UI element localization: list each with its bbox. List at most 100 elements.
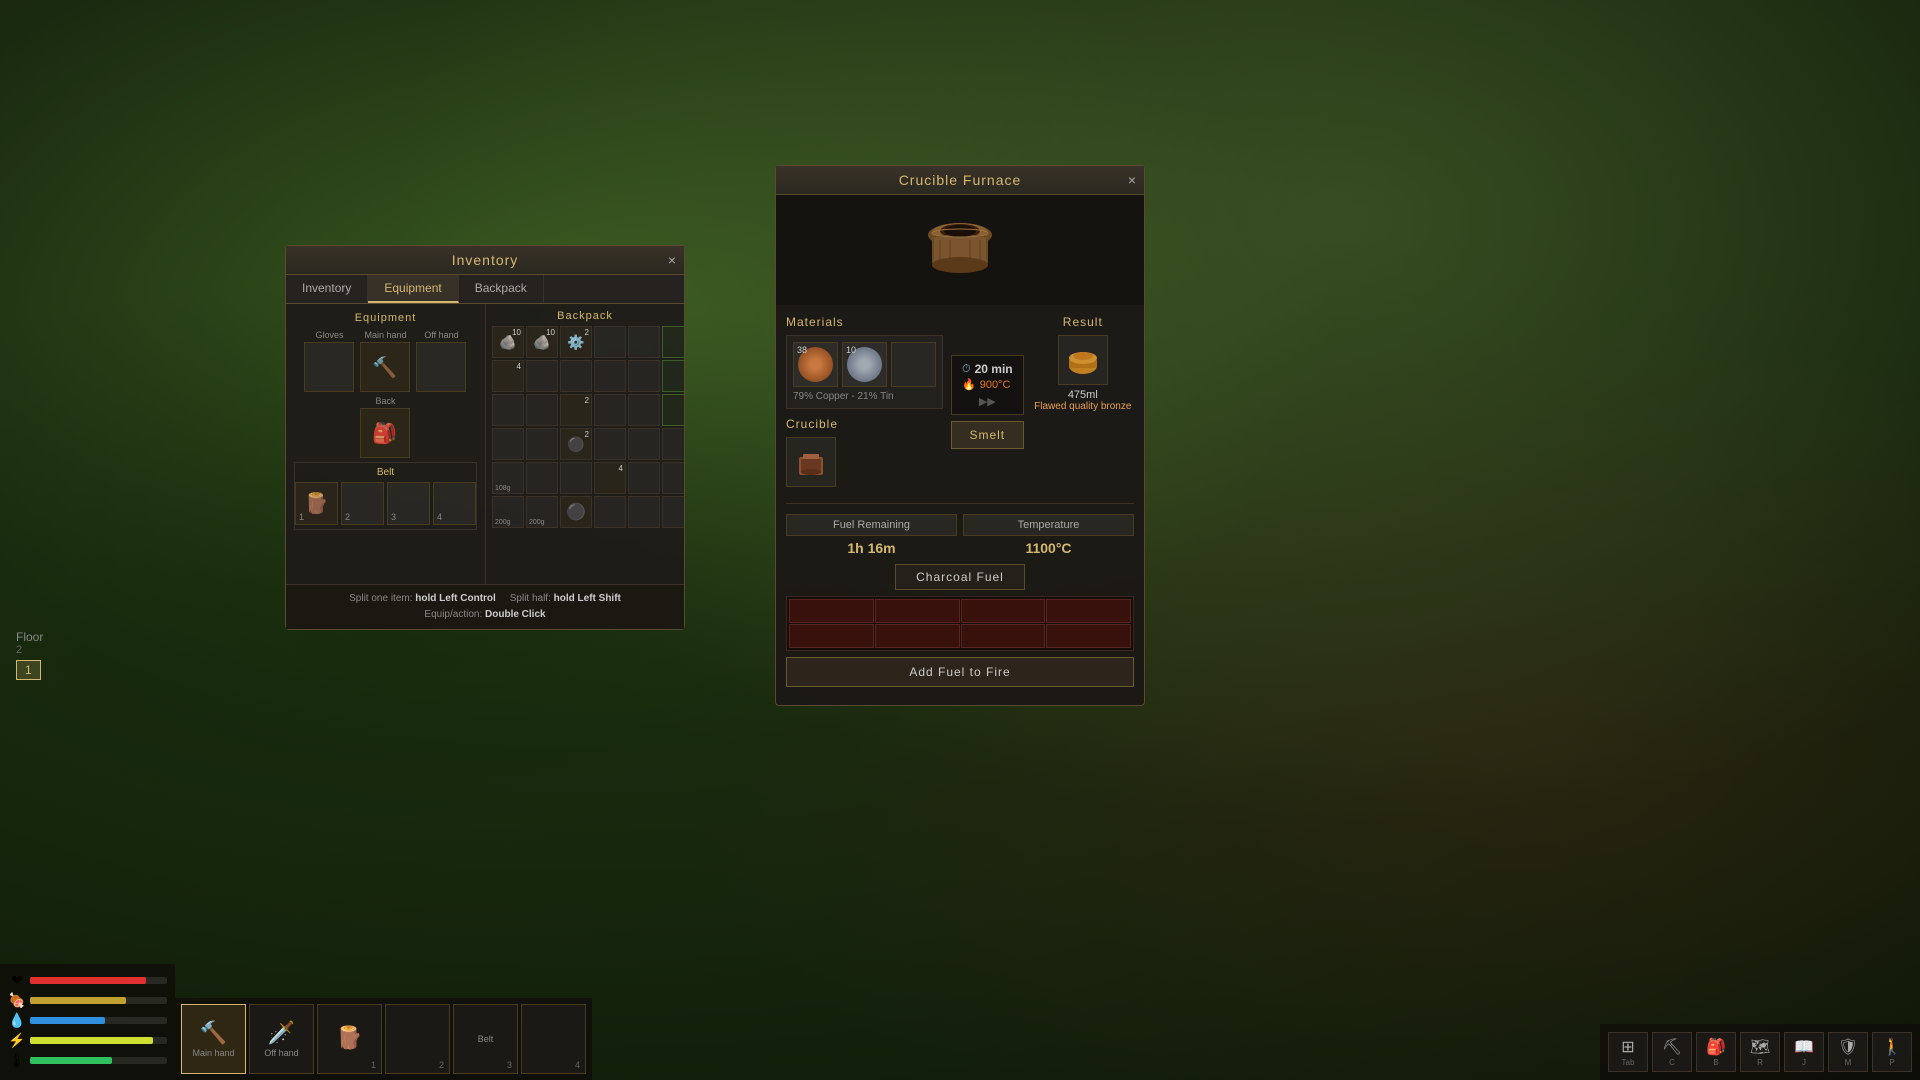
backpack-cell-14[interactable] — [526, 394, 558, 426]
charcoal-cell-3[interactable] — [961, 599, 1046, 623]
backpack-cell-19[interactable] — [492, 428, 524, 460]
backpack-cell-2[interactable]: 🪨 10 — [526, 326, 558, 358]
main-hand-item-icon: 🔨 — [372, 355, 397, 380]
backpack-cell-6[interactable] — [662, 326, 684, 358]
floor-indicator: Floor 2 1 — [16, 630, 43, 680]
hotbar-slot-4[interactable]: 4 — [521, 1004, 586, 1074]
backpack-cell-28[interactable]: 4 — [594, 462, 626, 494]
inventory-close-button[interactable]: × — [668, 253, 676, 267]
backpack-cell-23[interactable] — [628, 428, 660, 460]
main-hand-slot-box[interactable]: 🔨 — [360, 342, 410, 392]
backpack-cell-33[interactable]: ⚫ — [560, 496, 592, 528]
belt-slot-box-1[interactable]: 🪵 1 — [295, 482, 338, 525]
backpack-cell-13[interactable] — [492, 394, 524, 426]
smelt-button[interactable]: Smelt — [951, 421, 1024, 449]
inventory-titlebar: Inventory × — [286, 246, 684, 275]
backpack-cell-18[interactable] — [662, 394, 684, 426]
backpack-cell-24[interactable] — [662, 428, 684, 460]
furnace-icon-area — [776, 195, 1144, 305]
backpack-cell-32[interactable]: 200g — [526, 496, 558, 528]
hotbar-slot-2[interactable]: 2 — [385, 1004, 450, 1074]
tab-backpack[interactable]: Backpack — [459, 275, 544, 303]
floor-1-button[interactable]: 1 — [16, 660, 41, 680]
backpack-cell-5[interactable] — [628, 326, 660, 358]
health-icon: ❤ — [8, 972, 26, 989]
backpack-cell-8[interactable] — [526, 360, 558, 392]
backpack-cell-10[interactable] — [594, 360, 626, 392]
hud-icon-m[interactable]: 🛡 M — [1828, 1032, 1868, 1072]
hotbar-slot-1[interactable]: 🪵 1 — [317, 1004, 382, 1074]
hotbar-slot-2-num: 2 — [439, 1060, 444, 1070]
charcoal-section: Charcoal Fuel Add Fuel to Fire — [786, 564, 1134, 687]
add-fuel-button[interactable]: Add Fuel to Fire — [786, 657, 1134, 687]
backpack-cell-4[interactable] — [594, 326, 626, 358]
backpack-cell-27[interactable] — [560, 462, 592, 494]
charcoal-cell-6[interactable] — [875, 624, 960, 648]
off-hand-hotbar-icon: 🗡️ — [268, 1020, 295, 1046]
charcoal-cell-8[interactable] — [1046, 624, 1131, 648]
food-bar-bg — [30, 997, 167, 1004]
backpack-cell-7[interactable]: 4 — [492, 360, 524, 392]
hud-icon-r[interactable]: 🗺 R — [1740, 1032, 1780, 1072]
backpack-cell-3[interactable]: ⚙️ 2 — [560, 326, 592, 358]
hud-icon-j[interactable]: 📖 J — [1784, 1032, 1824, 1072]
floor-level-2: 2 — [16, 644, 43, 656]
belt-section: Belt 🪵 1 2 3 — [294, 462, 477, 530]
backpack-cell-34[interactable] — [594, 496, 626, 528]
backpack-cell-36[interactable] — [662, 496, 684, 528]
backpack-cell-21[interactable]: ⚫ 2 — [560, 428, 592, 460]
backpack-cell-25[interactable]: 108g — [492, 462, 524, 494]
charcoal-cell-7[interactable] — [961, 624, 1046, 648]
hud-icon-c[interactable]: ⛏ C — [1652, 1032, 1692, 1072]
backpack-cell-31[interactable]: 200g — [492, 496, 524, 528]
m-icon-key: M — [1845, 1058, 1852, 1067]
backpack-cell-20[interactable] — [526, 428, 558, 460]
backpack-cell-12[interactable] — [662, 360, 684, 392]
belt-slot-1: 🪵 1 — [295, 482, 338, 525]
backpack-cell-35[interactable] — [628, 496, 660, 528]
belt-slot-num-1: 1 — [299, 512, 304, 522]
back-slot-box[interactable]: 🎒 — [360, 408, 410, 458]
cell-7-count: 4 — [517, 362, 521, 371]
material-1-count: 38 — [797, 345, 807, 355]
belt-slot-box-2[interactable]: 2 — [341, 482, 384, 525]
charcoal-cell-2[interactable] — [875, 599, 960, 623]
backpack-cell-17[interactable] — [628, 394, 660, 426]
belt-slot-box-4[interactable]: 4 — [433, 482, 476, 525]
belt-slot-box-3[interactable]: 3 — [387, 482, 430, 525]
equipment-top-row: Gloves Main hand 🔨 Off hand — [294, 330, 477, 392]
backpack-cell-22[interactable] — [594, 428, 626, 460]
hud-icon-tab[interactable]: ⊞ Tab — [1608, 1032, 1648, 1072]
hotbar-slot-off-hand[interactable]: 🗡️ Off hand — [249, 1004, 314, 1074]
backpack-cell-9[interactable] — [560, 360, 592, 392]
material-slot-2[interactable]: 10 — [842, 342, 887, 387]
material-slot-1[interactable]: 38 — [793, 342, 838, 387]
tab-equipment[interactable]: Equipment — [368, 275, 458, 303]
charcoal-cell-5[interactable] — [789, 624, 874, 648]
hud-icon-p[interactable]: 🚶 P — [1872, 1032, 1912, 1072]
water-bar — [30, 1017, 105, 1024]
backpack-cell-26[interactable] — [526, 462, 558, 494]
backpack-cell-16[interactable] — [594, 394, 626, 426]
charcoal-cell-1[interactable] — [789, 599, 874, 623]
hotbar-slot-main-hand[interactable]: 🔨 Main hand — [181, 1004, 246, 1074]
furnace-close-button[interactable]: × — [1128, 173, 1136, 187]
material-2-count: 10 — [846, 345, 856, 355]
backpack-cell-1[interactable]: 🪨 10 — [492, 326, 524, 358]
belt-section-title: Belt — [299, 467, 472, 478]
backpack-cell-29[interactable] — [628, 462, 660, 494]
material-slot-3[interactable] — [891, 342, 936, 387]
backpack-cell-11[interactable] — [628, 360, 660, 392]
back-item-icon: 🎒 — [372, 421, 397, 446]
off-hand-slot-box[interactable] — [416, 342, 466, 392]
gloves-slot-box[interactable] — [304, 342, 354, 392]
crucible-slot[interactable] — [786, 437, 836, 487]
r-icon-key: R — [1757, 1058, 1763, 1067]
hud-icon-b[interactable]: 🎒 B — [1696, 1032, 1736, 1072]
charcoal-cell-4[interactable] — [1046, 599, 1131, 623]
hotbar-slot-belt[interactable]: Belt 3 — [453, 1004, 518, 1074]
backpack-cell-15[interactable]: 2 — [560, 394, 592, 426]
tab-inventory[interactable]: Inventory — [286, 275, 368, 303]
backpack-cell-30[interactable] — [662, 462, 684, 494]
fuel-temp-row: Fuel Remaining 1h 16m Temperature 1100°C — [786, 503, 1134, 556]
